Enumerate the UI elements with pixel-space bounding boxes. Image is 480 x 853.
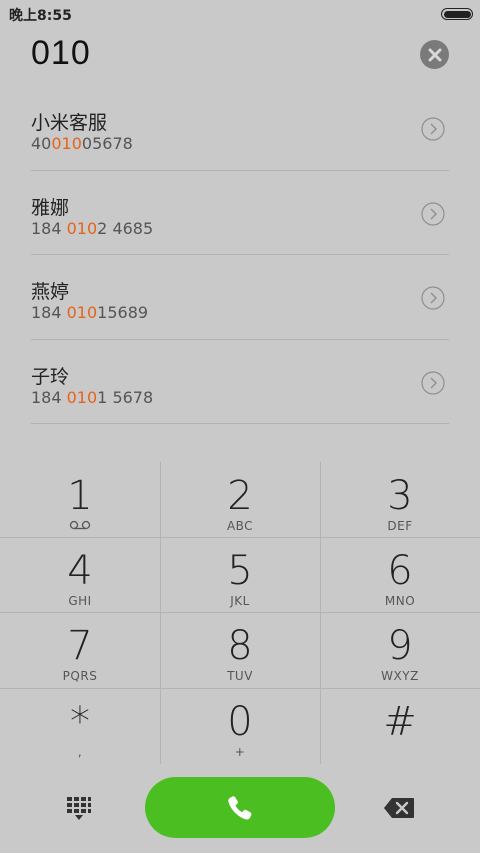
key-digit: 2 <box>227 473 253 519</box>
key-6[interactable]: 6 MNO <box>320 537 480 613</box>
contact-results-list: 小米客服 4001005678 雅娜 184 0102 4685 燕婷 184 … <box>31 86 449 424</box>
phone-handset-icon <box>228 795 252 820</box>
key-digit: 8 <box>227 623 253 669</box>
contact-name: 子玲 <box>31 365 70 388</box>
voicemail-icon <box>69 520 91 530</box>
key-letters: + <box>234 745 246 759</box>
contact-number: 4001005678 <box>31 134 133 153</box>
key-7[interactable]: 7 PQRS <box>0 612 160 688</box>
match-highlight: 010 <box>66 303 98 322</box>
battery-icon <box>441 8 473 20</box>
key-8[interactable]: 8 TUV <box>160 612 320 688</box>
key-digit: 6 <box>387 548 413 594</box>
contact-name: 小米客服 <box>31 112 108 134</box>
key-3[interactable]: 3 DEF <box>320 462 480 538</box>
contact-result[interactable]: 子玲 184 0101 5678 <box>31 340 449 424</box>
bottom-bar <box>0 764 480 853</box>
key-2[interactable]: 2 ABC <box>160 462 320 538</box>
chevron-right-circle-icon[interactable] <box>421 370 445 395</box>
key-digit: 4 <box>67 548 93 594</box>
contact-number: 184 0102 4685 <box>31 218 154 238</box>
status-time: 晚上8:55 <box>9 8 72 24</box>
key-digit: # <box>383 699 417 745</box>
contact-number: 184 0101 5678 <box>31 387 154 407</box>
key-letters: GHI <box>68 594 92 608</box>
dial-keypad: 1 2 ABC 3 DEF 4 GHI 5 JKL 6 MNO 7 PQRS 8… <box>0 462 480 764</box>
backspace-icon[interactable] <box>383 797 415 819</box>
key-digit: * <box>70 699 90 745</box>
key-letters: WXYZ <box>381 669 419 683</box>
key-star[interactable]: * , <box>0 688 160 764</box>
key-letters: PQRS <box>62 669 98 683</box>
contact-result[interactable]: 燕婷 184 01015689 <box>31 255 449 340</box>
key-5[interactable]: 5 JKL <box>160 537 320 613</box>
match-highlight: 010 <box>66 218 98 238</box>
clear-circle-x-icon <box>428 48 441 61</box>
key-digit: 7 <box>67 623 93 669</box>
key-0[interactable]: 0 + <box>160 688 320 764</box>
clear-button[interactable] <box>420 40 449 69</box>
match-highlight: 010 <box>66 387 98 407</box>
key-9[interactable]: 9 WXYZ <box>320 612 480 688</box>
chevron-right-circle-icon[interactable] <box>421 286 445 310</box>
contact-name: 燕婷 <box>31 281 70 303</box>
key-digit: 1 <box>67 473 93 519</box>
contact-result[interactable]: 雅娜 184 0102 4685 <box>31 171 449 255</box>
key-hash[interactable]: # <box>320 688 480 764</box>
dialed-number[interactable]: 010 <box>31 34 91 73</box>
match-highlight: 010 <box>51 134 82 153</box>
key-1[interactable]: 1 <box>0 462 160 538</box>
key-letters: ABC <box>226 519 254 533</box>
chevron-right-circle-icon[interactable] <box>421 117 445 141</box>
contact-result[interactable]: 小米客服 4001005678 <box>31 86 449 171</box>
key-digit: 0 <box>227 699 253 745</box>
key-4[interactable]: 4 GHI <box>0 537 160 613</box>
key-letters: DEF <box>387 519 413 533</box>
key-letters: JKL <box>230 594 250 608</box>
contact-number: 184 01015689 <box>31 303 149 322</box>
key-digit: 5 <box>227 548 253 594</box>
key-digit: 3 <box>387 473 413 519</box>
status-bar: 晚上8:55 <box>0 0 480 28</box>
contact-name: 雅娜 <box>31 196 70 219</box>
chevron-right-circle-icon[interactable] <box>421 201 445 226</box>
dialpad-grid-icon[interactable] <box>66 795 92 821</box>
call-button[interactable] <box>145 777 335 838</box>
key-letters: MNO <box>384 594 416 608</box>
key-digit: 9 <box>387 623 413 669</box>
key-letters: , <box>77 745 83 759</box>
key-letters: TUV <box>227 669 253 683</box>
